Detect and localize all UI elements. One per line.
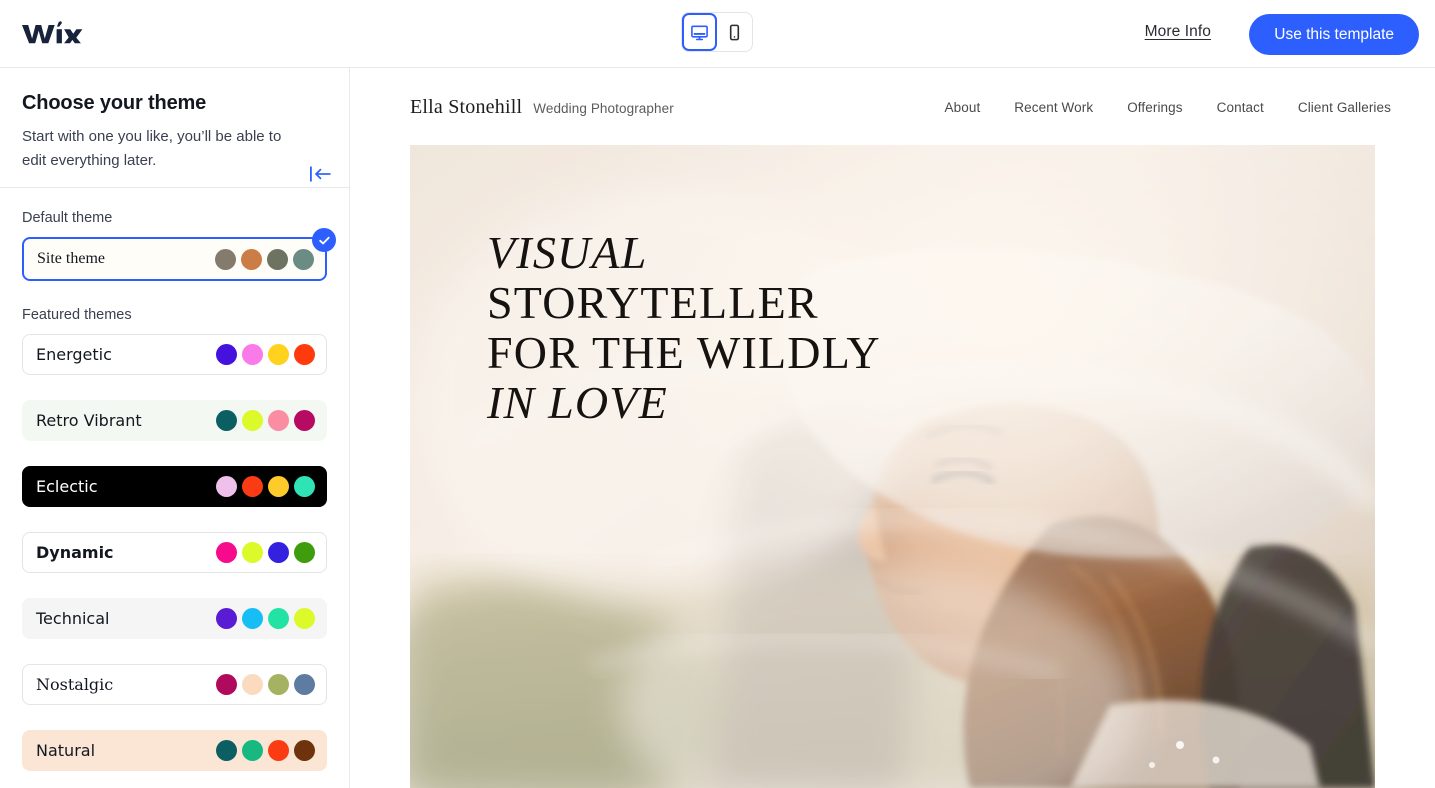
natural-swatch-4: [294, 740, 315, 761]
theme-card-energetic[interactable]: Energetic: [22, 334, 327, 375]
theme-swatches: [216, 410, 315, 431]
dynamic-swatch-1: [216, 542, 237, 563]
theme-swatches: [215, 248, 314, 270]
site-theme-swatch-3: [267, 248, 288, 270]
dynamic-swatch-2: [242, 542, 263, 563]
theme-swatches: [216, 476, 315, 497]
app-topbar: More Info Use this template: [0, 0, 1435, 68]
eclectic-swatch-4: [294, 476, 315, 497]
retro-vibrant-swatch-1: [216, 410, 237, 431]
hero-section: VISUAL STORYTELLER FOR THE WILDLY IN LOVE: [410, 145, 1375, 788]
use-this-template-button[interactable]: Use this template: [1249, 14, 1419, 55]
retro-vibrant-swatch-3: [268, 410, 289, 431]
natural-swatch-3: [268, 740, 289, 761]
theme-card-technical[interactable]: Technical: [22, 598, 327, 639]
nav-link-contact[interactable]: Contact: [1217, 100, 1264, 115]
selected-check-badge: [312, 228, 336, 252]
wix-logo[interactable]: [22, 18, 84, 50]
nav-link-recent-work[interactable]: Recent Work: [1014, 100, 1093, 115]
theme-name-label: Retro Vibrant: [36, 411, 142, 430]
technical-swatch-4: [294, 608, 315, 629]
hero-headline: VISUAL STORYTELLER FOR THE WILDLY IN LOVE: [487, 228, 881, 428]
theme-list: Default theme Site theme Featured themes…: [0, 188, 349, 771]
sidebar-subtitle: Start with one you like, you’ll be able …: [22, 128, 282, 170]
more-info-link[interactable]: More Info: [1145, 23, 1211, 41]
nostalgic-swatch-4: [294, 674, 315, 695]
desktop-icon: [691, 25, 708, 40]
site-branding[interactable]: Ella Stonehill Wedding Photographer: [410, 96, 674, 119]
site-theme-swatch-2: [241, 248, 262, 270]
theme-name-label: Energetic: [36, 345, 112, 364]
featured-theme-cards: Energetic Retro Vibrant Eclectic Dynamic Tec…: [22, 334, 327, 771]
hero-headline-line-4: IN LOVE: [487, 377, 668, 428]
nav-link-offerings[interactable]: Offerings: [1127, 100, 1182, 115]
natural-swatch-2: [242, 740, 263, 761]
theme-swatches: [216, 740, 315, 761]
theme-swatches: [216, 608, 315, 629]
natural-swatch-1: [216, 740, 237, 761]
site-brand-name: Ella Stonehill: [410, 96, 523, 118]
retro-vibrant-swatch-2: [242, 410, 263, 431]
energetic-swatch-3: [268, 344, 289, 365]
theme-card-nostalgic[interactable]: Nostalgic: [22, 664, 327, 705]
template-site-header: Ella Stonehill Wedding Photographer Abou…: [350, 68, 1435, 147]
wix-logo-icon: [22, 21, 83, 44]
technical-swatch-1: [216, 608, 237, 629]
theme-name-label: Site theme: [37, 250, 105, 267]
theme-card-natural[interactable]: Natural: [22, 730, 327, 771]
theme-card-dynamic[interactable]: Dynamic: [22, 532, 327, 573]
nav-link-client-galleries[interactable]: Client Galleries: [1298, 100, 1391, 115]
hero-headline-line-2: STORYTELLER: [487, 277, 819, 328]
nostalgic-swatch-3: [268, 674, 289, 695]
device-view-toggle[interactable]: [681, 12, 753, 52]
check-icon: [318, 236, 330, 244]
dynamic-swatch-4: [294, 542, 315, 563]
theme-name-label: Natural: [36, 741, 96, 760]
eclectic-swatch-3: [268, 476, 289, 497]
mobile-icon: [729, 24, 740, 40]
hero-headline-line-1: VISUAL: [487, 227, 648, 278]
eclectic-swatch-2: [242, 476, 263, 497]
collapse-panel-icon[interactable]: [309, 162, 335, 186]
featured-themes-group-label: Featured themes: [22, 307, 132, 323]
nostalgic-swatch-1: [216, 674, 237, 695]
collapse-arrow-icon: [310, 166, 331, 182]
nav-link-about[interactable]: About: [945, 100, 981, 115]
site-navigation: About Recent Work Offerings Contact Client G…: [945, 100, 1391, 115]
dynamic-swatch-3: [268, 542, 289, 563]
energetic-swatch-2: [242, 344, 263, 365]
default-theme-group-label: Default theme: [22, 210, 113, 226]
site-brand-tagline: Wedding Photographer: [533, 101, 674, 116]
technical-swatch-2: [242, 608, 263, 629]
theme-name-label: Dynamic: [36, 543, 114, 562]
theme-card-site-theme[interactable]: Site theme: [22, 228, 336, 281]
template-preview: Ella Stonehill Wedding Photographer Abou…: [350, 68, 1435, 788]
nostalgic-swatch-2: [242, 674, 263, 695]
energetic-swatch-4: [294, 344, 315, 365]
sidebar-header: Choose your theme Start with one you lik…: [0, 68, 349, 188]
eclectic-swatch-1: [216, 476, 237, 497]
site-theme-swatch-4: [293, 248, 314, 270]
theme-name-label: Eclectic: [36, 477, 98, 496]
mobile-view-button[interactable]: [717, 13, 752, 51]
retro-vibrant-swatch-4: [294, 410, 315, 431]
desktop-view-button[interactable]: [682, 13, 718, 51]
hero-headline-line-3: FOR THE WILDLY: [487, 327, 881, 378]
theme-name-label: Nostalgic: [36, 675, 114, 694]
theme-name-label: Technical: [36, 609, 110, 628]
theme-card-eclectic[interactable]: Eclectic: [22, 466, 327, 507]
site-theme-swatch-1: [215, 248, 236, 270]
technical-swatch-3: [268, 608, 289, 629]
theme-swatches: [216, 674, 315, 695]
theme-card-retro-vibrant[interactable]: Retro Vibrant: [22, 400, 327, 441]
energetic-swatch-1: [216, 344, 237, 365]
theme-swatches: [216, 344, 315, 365]
theme-swatches: [216, 542, 315, 563]
theme-sidebar: Choose your theme Start with one you lik…: [0, 68, 350, 788]
page-title: Choose your theme: [22, 92, 207, 114]
